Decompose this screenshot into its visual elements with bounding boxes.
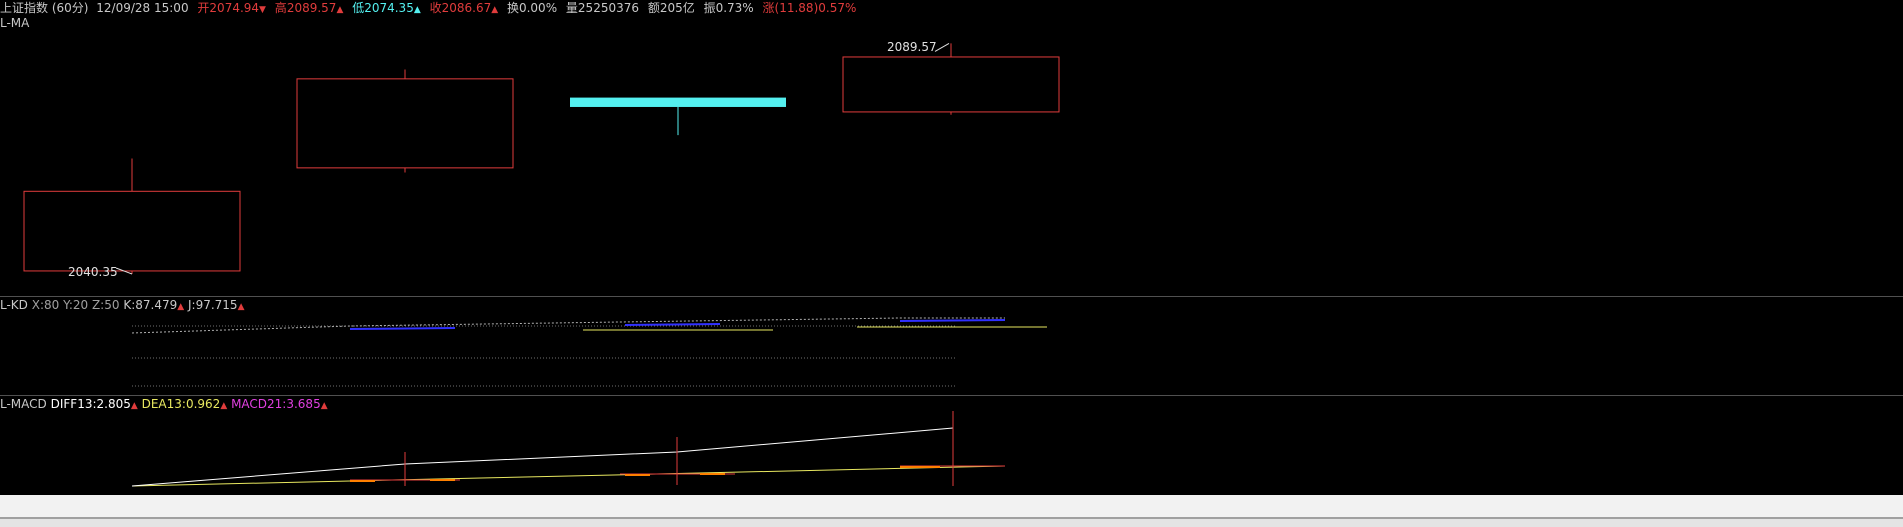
kd-k-line (899, 319, 1006, 322)
arrow-up-icon: ▲ (220, 401, 228, 411)
max-price-label: 2089.57 (887, 40, 937, 54)
macd-macd-value: MACD21:3.685 (231, 397, 321, 411)
macd-indicator-label[interactable]: L-MACD DIFF13:2.805▲ DEA13:0.962▲ MACD21… (0, 397, 328, 413)
candle-body (570, 97, 786, 107)
macd-panel-divider[interactable] (0, 395, 1903, 396)
kd-name: L-KD (0, 298, 28, 312)
candle-body (296, 78, 514, 169)
arrow-up-icon: ▲ (320, 401, 328, 411)
macd-name: L-MACD (0, 397, 47, 411)
min-price-label: 2040.35 (68, 265, 118, 279)
macd-diff-line (131, 427, 954, 487)
kd-indicator-label[interactable]: L-KD X:80 Y:20 Z:50 K:87.479▲ J:97.715▲ (0, 298, 244, 314)
kd-k-line (624, 323, 721, 326)
arrow-up-icon: ▲ (177, 302, 185, 312)
status-bar (0, 519, 1903, 527)
kd-d-line (131, 317, 1005, 334)
macd-dea-value: DEA13:0.962 (141, 397, 221, 411)
kd-k-value: K:87.479 (123, 298, 178, 312)
max-pointer-line (934, 42, 950, 52)
candle-body (842, 56, 1060, 113)
kd-panel-divider[interactable] (0, 296, 1903, 297)
arrow-up-icon: ▲ (130, 401, 138, 411)
candle-body (23, 190, 241, 272)
macd-dea-line (131, 465, 1006, 487)
kd-k-line (349, 327, 456, 330)
kd-params: X:80 Y:20 Z:50 (31, 298, 120, 312)
horizontal-scrollbar[interactable] (0, 495, 1903, 517)
candlestick-chart[interactable] (0, 0, 1903, 527)
kd-j-value: J:97.715 (187, 298, 238, 312)
macd-diff-value: DIFF13:2.805 (50, 397, 131, 411)
arrow-up-icon: ▲ (237, 302, 245, 312)
